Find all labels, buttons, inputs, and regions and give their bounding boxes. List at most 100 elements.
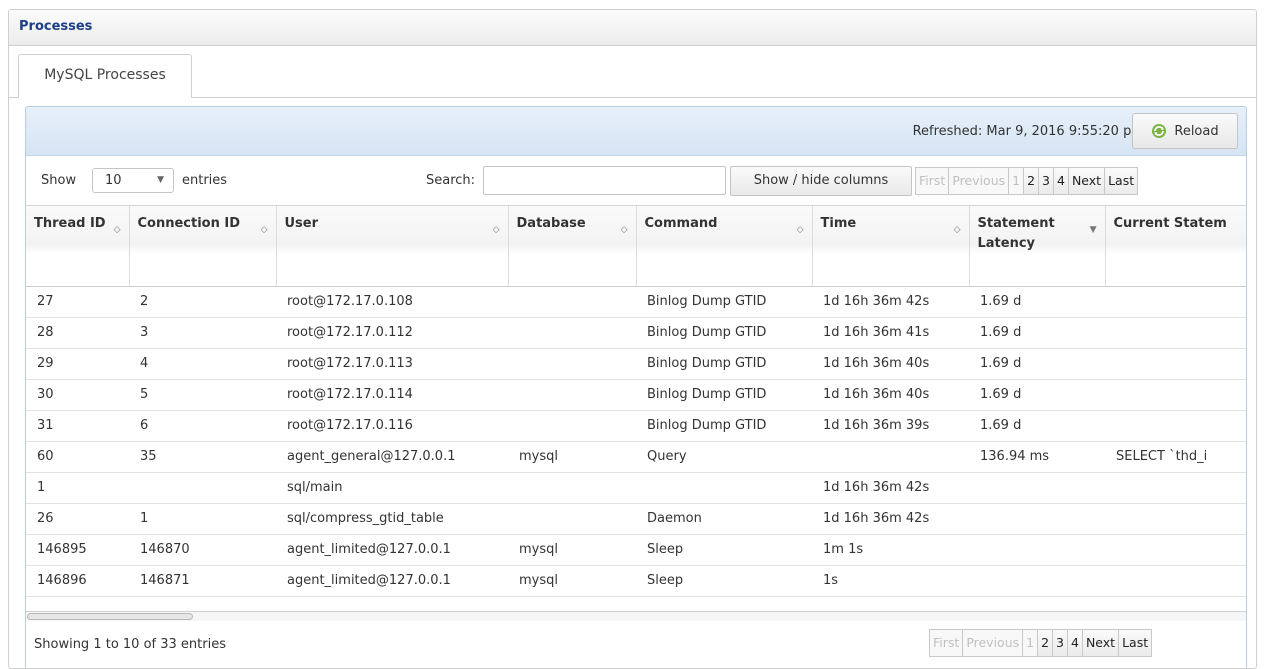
table-cell: 4 <box>129 348 276 380</box>
pagination-page-2[interactable]: 2 <box>1023 167 1040 195</box>
table-cell: 30 <box>26 379 129 411</box>
entries-label: entries <box>182 173 228 188</box>
table-cell: 1m 1s <box>812 534 969 566</box>
table-cell: 1.69 d <box>969 379 1105 411</box>
table-controls: Show 10 ▼ entries Search: Show / hide co… <box>26 156 1246 206</box>
table-row[interactable]: 26 1 sql/compress_gtid_table Daemon 1d 16h 3… <box>26 503 1246 535</box>
pagination-first[interactable]: First <box>915 167 950 195</box>
column-header-user[interactable]: User ◇ <box>276 206 509 287</box>
column-header-connection-id[interactable]: Connection ID ◇ <box>129 206 277 287</box>
pagination-page-3[interactable]: 3 <box>1038 167 1054 195</box>
table-cell: agent_limited@127.0.0.1 <box>276 534 508 566</box>
table-cell <box>508 379 636 411</box>
table-cell: 1d 16h 36m 41s <box>812 317 969 349</box>
pagination-previous[interactable]: Previous <box>962 629 1024 657</box>
panel-title: Processes <box>9 10 1256 46</box>
table-cell <box>1105 410 1246 442</box>
table-cell: 146871 <box>129 565 276 597</box>
table-cell <box>508 317 636 349</box>
table-row[interactable]: 28 3 root@172.17.0.112 Binlog Dump GTID 1d 1… <box>26 317 1246 349</box>
pagination-page-1[interactable]: 1 <box>1008 167 1025 195</box>
tab-mysql-processes[interactable]: MySQL Processes <box>18 54 192 98</box>
sort-desc-icon: ▼ <box>1089 225 1097 235</box>
pagination-bottom: First Previous 1 2 3 4 Next Last <box>929 629 1153 657</box>
table-cell: 1.69 d <box>969 317 1105 349</box>
table-cell: 146895 <box>26 534 129 566</box>
page-size-select[interactable]: 10 ▼ <box>92 168 174 193</box>
table-cell: root@172.17.0.114 <box>276 379 508 411</box>
pagination-page-1[interactable]: 1 <box>1022 629 1039 657</box>
table-cell: 1 <box>26 472 129 504</box>
pagination-first[interactable]: First <box>929 629 964 657</box>
column-header-statement-latency[interactable]: Statement Latency ▼ <box>969 206 1106 287</box>
table-cell <box>636 472 812 504</box>
table-cell <box>969 472 1105 504</box>
table-cell: mysql <box>508 534 636 566</box>
table-cell: 1d 16h 36m 39s <box>812 410 969 442</box>
pagination-previous[interactable]: Previous <box>948 167 1010 195</box>
table-cell: 60 <box>26 441 129 473</box>
table-cell: 146870 <box>129 534 276 566</box>
pagination-next[interactable]: Next <box>1067 167 1106 195</box>
table-cell: 1d 16h 36m 40s <box>812 348 969 380</box>
processes-table: Thread ID ◇ Connection ID ◇ User ◇ Database… <box>26 206 1246 597</box>
table-row[interactable]: 30 5 root@172.17.0.114 Binlog Dump GTID 1d 1… <box>26 379 1246 411</box>
table-cell <box>969 565 1105 597</box>
sort-icon: ◇ <box>796 225 804 235</box>
table-row[interactable]: 27 2 root@172.17.0.108 Binlog Dump GTID 1d 1… <box>26 286 1246 318</box>
scrollbar-thumb[interactable] <box>27 613 193 620</box>
pagination-last[interactable]: Last <box>1118 629 1153 657</box>
table-cell: Daemon <box>636 503 812 535</box>
column-header-command[interactable]: Command ◇ <box>636 206 813 287</box>
sort-icon: ◇ <box>953 225 961 235</box>
table-row[interactable]: 60 35 agent_general@127.0.0.1 mysql Query 136… <box>26 441 1246 473</box>
table-cell <box>508 472 636 504</box>
table-cell <box>129 472 276 504</box>
horizontal-scrollbar[interactable] <box>26 611 1246 621</box>
table-info: Showing 1 to 10 of 33 entries <box>34 637 226 652</box>
column-header-database[interactable]: Database ◇ <box>508 206 637 287</box>
search-input[interactable] <box>483 166 726 195</box>
pagination-page-4[interactable]: 4 <box>1053 167 1069 195</box>
table-cell: 1d 16h 36m 42s <box>812 472 969 504</box>
table-cell <box>1105 503 1246 535</box>
table-cell: 27 <box>26 286 129 318</box>
table-cell: root@172.17.0.116 <box>276 410 508 442</box>
table-toolbar: Refreshed: Mar 9, 2016 9:55:20 pm Reload <box>26 107 1246 156</box>
pagination-page-4[interactable]: 4 <box>1067 629 1083 657</box>
column-header-thread-id[interactable]: Thread ID ◇ <box>26 206 130 287</box>
table-cell: 31 <box>26 410 129 442</box>
table-cell: 1.69 d <box>969 348 1105 380</box>
processes-table-container: Refreshed: Mar 9, 2016 9:55:20 pm Reload… <box>25 106 1247 668</box>
table-cell: Binlog Dump GTID <box>636 317 812 349</box>
table-row[interactable]: 1 sql/main 1d 16h 36m 42s <box>26 472 1246 504</box>
table-cell <box>508 286 636 318</box>
table-row[interactable]: 31 6 root@172.17.0.116 Binlog Dump GTID 1d 1… <box>26 410 1246 442</box>
table-cell: 1.69 d <box>969 286 1105 318</box>
table-row[interactable]: 146896 146871 agent_limited@127.0.0.1 mysql… <box>26 565 1246 597</box>
table-cell: agent_limited@127.0.0.1 <box>276 565 508 597</box>
tab-bar: MySQL Processes <box>9 46 1256 98</box>
table-row[interactable]: 146895 146870 agent_limited@127.0.0.1 mysql… <box>26 534 1246 566</box>
column-header-current-statement[interactable]: Current Statem <box>1105 206 1246 287</box>
table-cell: 1d 16h 36m 42s <box>812 286 969 318</box>
table-cell: 136.94 ms <box>969 441 1105 473</box>
show-hide-columns-button[interactable]: Show / hide columns <box>730 166 912 196</box>
show-label: Show <box>41 173 77 188</box>
pagination-next[interactable]: Next <box>1081 629 1120 657</box>
pagination-last[interactable]: Last <box>1104 167 1139 195</box>
table-cell: 1s <box>812 565 969 597</box>
pagination-page-2[interactable]: 2 <box>1037 629 1054 657</box>
reload-icon <box>1152 124 1167 138</box>
reload-button[interactable]: Reload <box>1132 113 1238 149</box>
column-header-time[interactable]: Time ◇ <box>812 206 970 287</box>
table-cell <box>1105 317 1246 349</box>
table-cell: Sleep <box>636 534 812 566</box>
table-cell: 6 <box>129 410 276 442</box>
table-cell <box>1105 379 1246 411</box>
sort-icon: ◇ <box>620 225 628 235</box>
table-cell: 35 <box>129 441 276 473</box>
table-cell: Binlog Dump GTID <box>636 286 812 318</box>
table-row[interactable]: 29 4 root@172.17.0.113 Binlog Dump GTID 1d 1… <box>26 348 1246 380</box>
pagination-page-3[interactable]: 3 <box>1052 629 1068 657</box>
